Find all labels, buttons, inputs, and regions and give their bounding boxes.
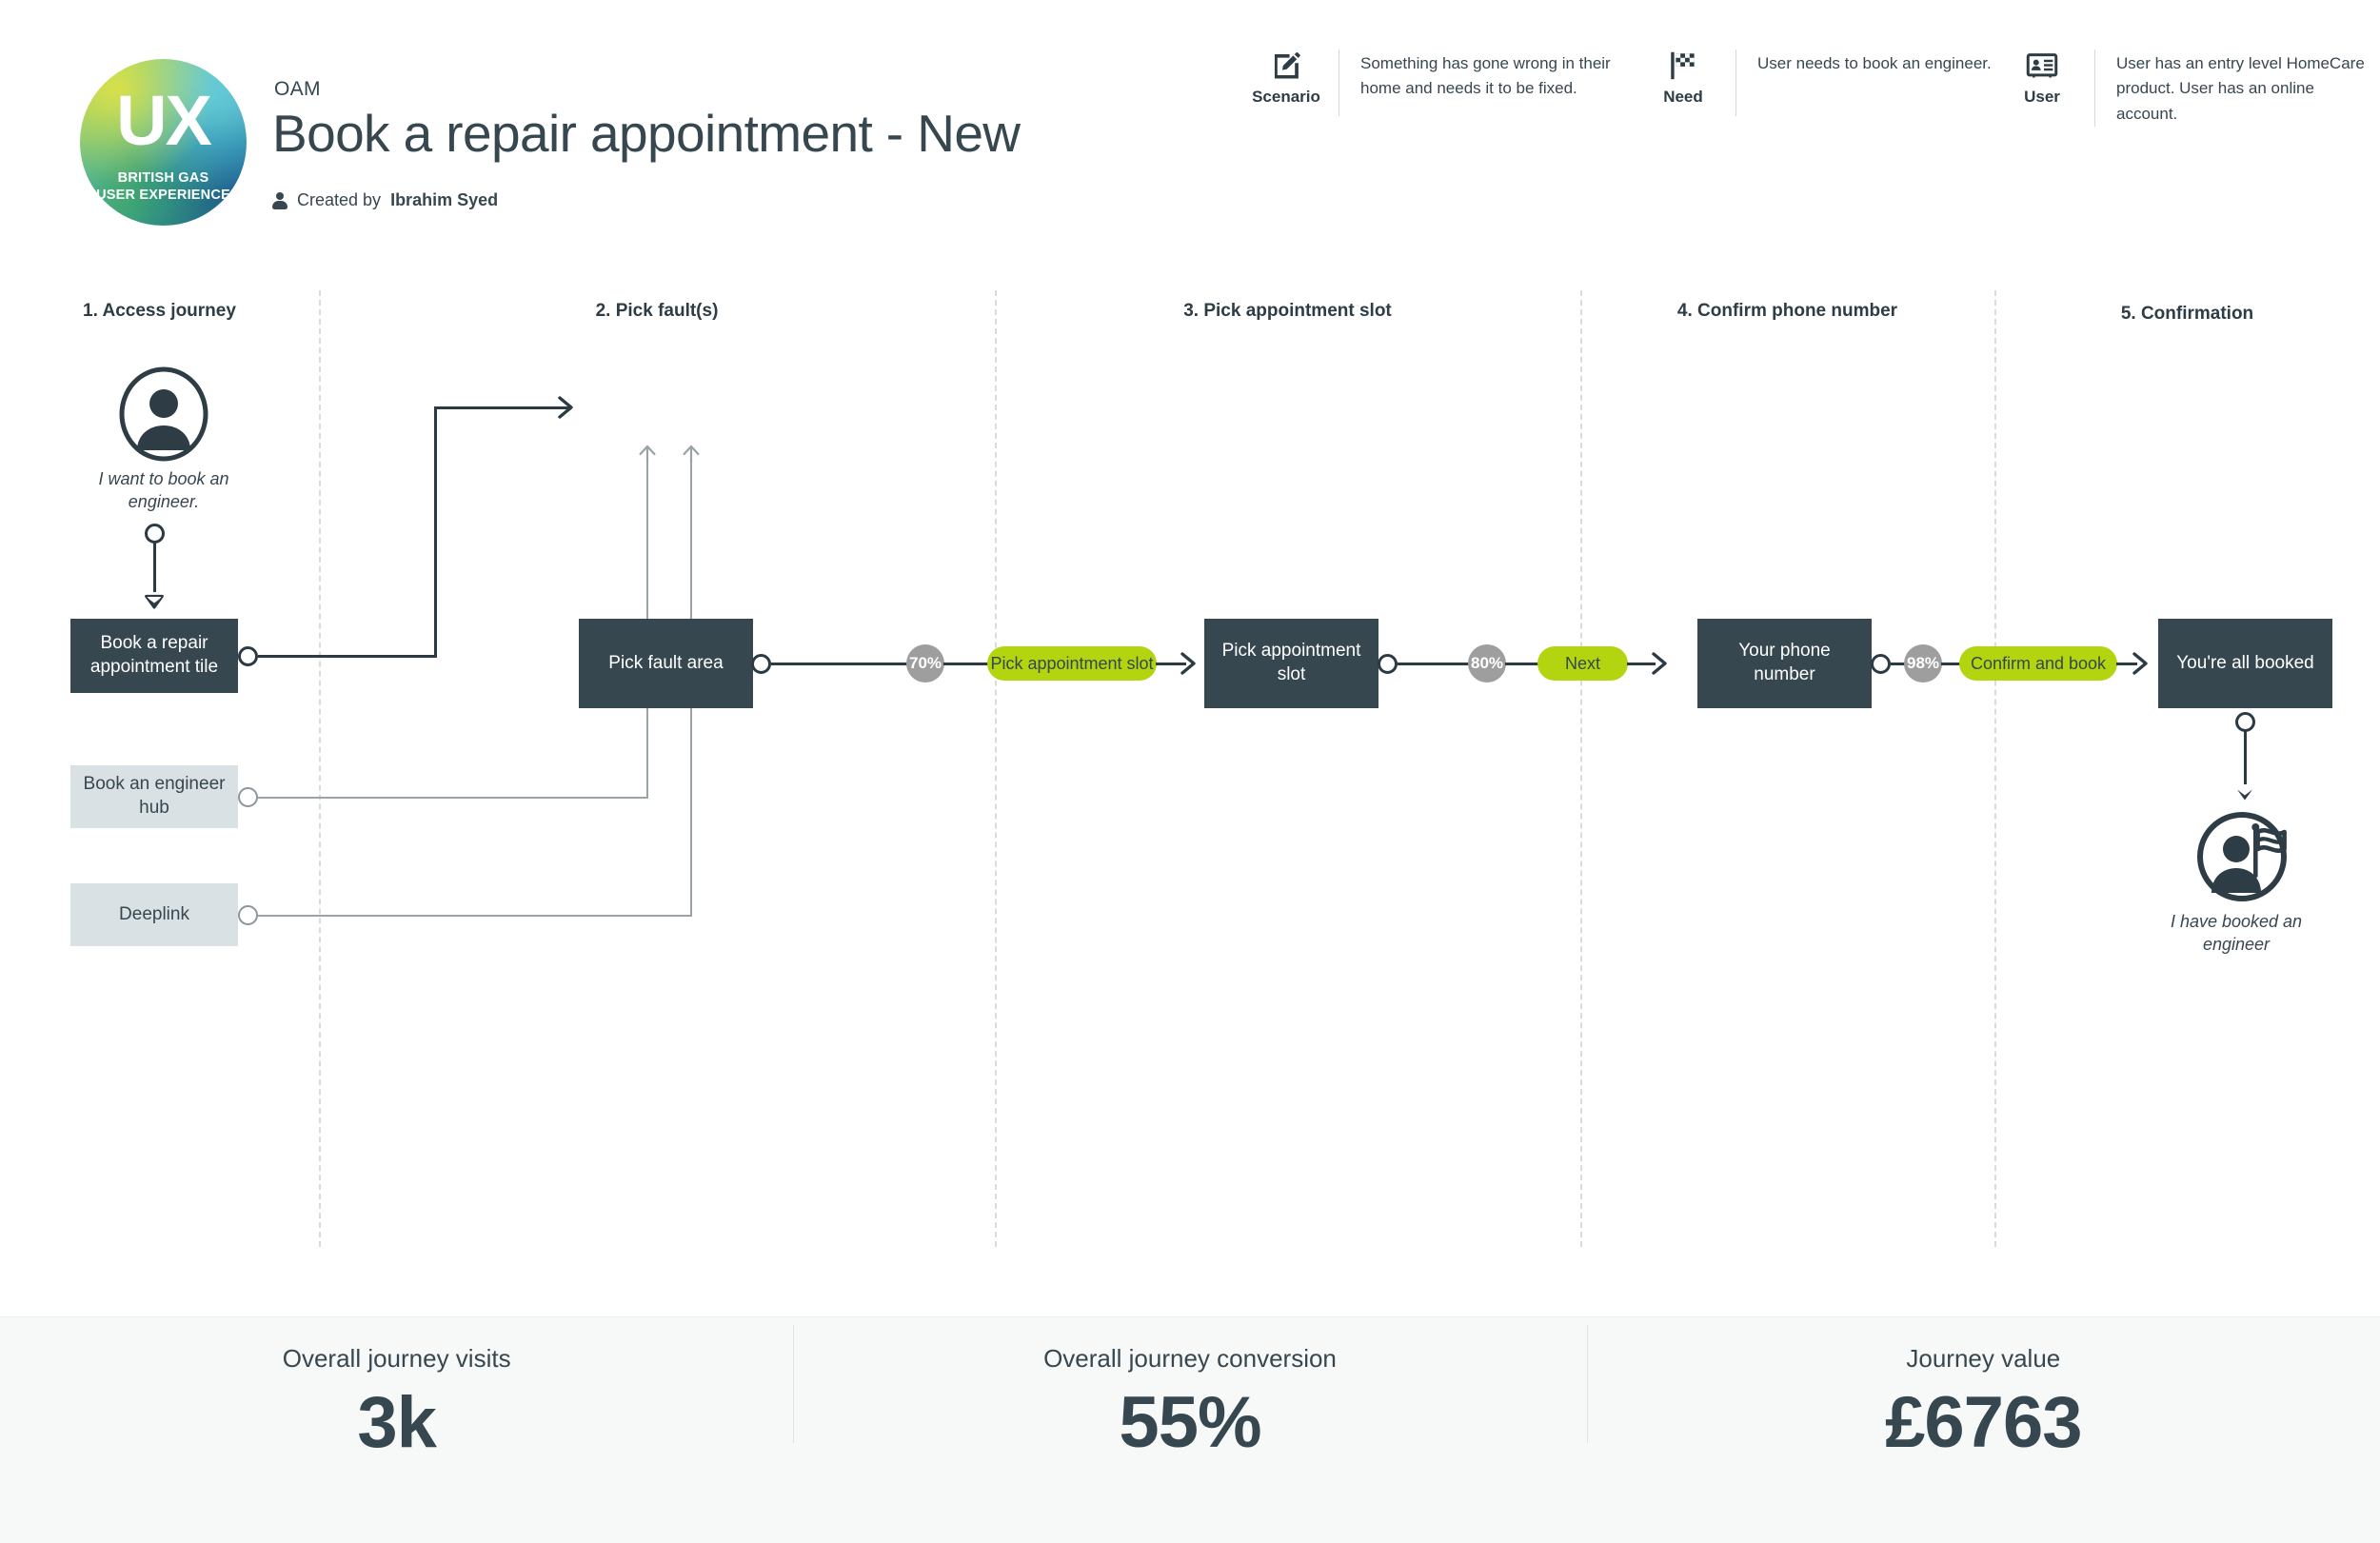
arrow-head-up-icon [639, 445, 656, 465]
screen-youre-all-booked[interactable]: You're all booked [2158, 619, 2332, 708]
meta-scenario-text: Something has gone wrong in their home a… [1360, 54, 1611, 98]
metric-journey-value: Journey value £6763 [1586, 1317, 2380, 1464]
arrow-head-right-icon [1180, 652, 1196, 675]
screen-pick-appointment-slot[interactable]: Pick appointment slot [1204, 619, 1378, 708]
meta-need-text: User needs to book an engineer. [1757, 54, 1992, 72]
metric-label: Overall journey visits [282, 1344, 511, 1373]
stage-divider-3 [1580, 290, 1582, 1247]
byline-prefix: Created by [297, 190, 382, 209]
conversion-badge-80: 80% [1468, 644, 1506, 682]
person-icon [272, 191, 288, 209]
connector-dot-end [2235, 712, 2255, 732]
pencil-edit-icon [1274, 51, 1300, 79]
byline-author: Ibrahim Syed [390, 190, 499, 209]
stage-divider-4 [1994, 290, 1996, 1247]
connector-line-start [153, 543, 156, 592]
connector-dot-start [145, 524, 165, 544]
flow-line-1b [943, 663, 988, 665]
page-title: Book a repair appointment - New [272, 104, 1021, 163]
stage-label-4: 4. Confirm phone number [1676, 301, 1898, 321]
stage-label-1: 1. Access journey [83, 301, 236, 321]
entry-point-deeplink[interactable]: Deeplink [70, 883, 238, 946]
meta-divider [1735, 49, 1736, 116]
byline: Created by Ibrahim Syed [272, 190, 498, 210]
screen-pick-fault-area[interactable]: Pick fault area [579, 619, 753, 708]
meta-need-label: Need [1663, 88, 1703, 106]
meta-need-icon-group: Need [1652, 49, 1715, 107]
connector-line-end [2244, 731, 2247, 784]
metric-journey-conversion: Overall journey conversion 55% [793, 1317, 1586, 1464]
connector-dot-phone [1871, 654, 1891, 674]
stage-label-3: 3. Pick appointment slot [1183, 301, 1392, 321]
metric-value: 55% [1119, 1382, 1261, 1463]
journey-canvas: 1. Access journey 2. Pick fault(s) 3. Pi… [0, 257, 2380, 1316]
arrow-head-up-icon [683, 445, 700, 465]
persona-start-caption: I want to book an engineer. [98, 469, 229, 512]
persona-end-caption: I have booked an engineer [2170, 912, 2303, 955]
route-hub-h [258, 797, 648, 799]
metrics-bar: Overall journey visits 3k Overall journe… [0, 1316, 2380, 1543]
action-next[interactable]: Next [1537, 646, 1628, 681]
meta-scenario-label: Scenario [1252, 88, 1320, 106]
connector-dot-pick-fault [751, 654, 771, 674]
stage-divider-2 [995, 290, 997, 1247]
page-header: UX BRITISH GAS USER EXPERIENCE OAM Book … [0, 0, 2380, 257]
flag-icon [1671, 51, 1695, 80]
screen-your-phone-number[interactable]: Your phone number [1697, 619, 1872, 708]
logo-subtitle-line2: USER EXPERIENCE [96, 188, 230, 204]
arrow-head-right-icon [1652, 652, 1667, 675]
flow-line-2a [1398, 663, 1474, 665]
metric-label: Journey value [1906, 1344, 2061, 1373]
stage-label-2: 2. Pick fault(s) [595, 301, 719, 321]
entry-point-tile[interactable]: Book a repair appointment tile [70, 619, 238, 693]
flow-line-2b [1505, 663, 1538, 665]
connector-dot-tile [238, 646, 258, 666]
meta-user-text: User has an entry level HomeCare product… [2116, 54, 2365, 123]
arrow-head-down-icon [2237, 789, 2252, 801]
id-card-icon [2026, 53, 2058, 78]
logo-subtitle-line1: BRITISH GAS [117, 170, 209, 186]
logo-subtitle: BRITISH GAS USER EXPERIENCE [80, 169, 247, 204]
meta-need: Need User needs to book an engineer. [1652, 49, 1995, 116]
route-deeplink-h [258, 915, 692, 917]
meta-user-label: User [2024, 88, 2060, 106]
route-tile-h2 [434, 406, 570, 409]
flow-line-3b [1941, 663, 1961, 665]
brand-logo: UX BRITISH GAS USER EXPERIENCE [80, 59, 247, 226]
connector-dot-pick-slot [1378, 654, 1398, 674]
logo-mark: UX [116, 81, 212, 160]
flow-line-1a [771, 663, 912, 665]
entry-point-hub[interactable]: Book an engineer hub [70, 765, 238, 828]
metric-journey-visits: Overall journey visits 3k [0, 1317, 793, 1464]
conversion-badge-70: 70% [906, 644, 944, 682]
persona-end: I have booked an engineer [2171, 809, 2302, 954]
route-tile-v [434, 406, 437, 658]
arrow-head-right-icon [558, 396, 573, 419]
persona-start: I want to book an engineer. [98, 366, 229, 511]
meta-scenario-icon-group: Scenario [1252, 49, 1320, 107]
action-confirm-and-book[interactable]: Confirm and book [1959, 646, 2117, 681]
meta-user-icon-group: User [2011, 49, 2073, 107]
metric-value: 3k [357, 1382, 437, 1463]
page-eyebrow: OAM [274, 78, 321, 100]
user-flag-circle-icon [2197, 812, 2287, 901]
arrow-head-right-icon [2132, 652, 2148, 675]
stage-label-5: 5. Confirmation [2120, 304, 2254, 324]
user-circle-icon [119, 366, 208, 462]
action-pick-appointment-slot[interactable]: Pick appointment slot [987, 646, 1157, 681]
conversion-badge-98: 98% [1904, 644, 1942, 682]
stage-divider-1 [319, 290, 321, 1247]
connector-dot-deeplink [238, 905, 258, 925]
meta-scenario: Scenario Something has gone wrong in the… [1252, 49, 1619, 116]
metric-value: £6763 [1885, 1382, 2082, 1463]
metric-label: Overall journey conversion [1043, 1344, 1337, 1373]
arrow-head-down-icon [145, 594, 164, 609]
route-tile-h1 [258, 655, 437, 658]
connector-dot-hub [238, 787, 258, 807]
meta-divider [2094, 49, 2095, 128]
meta-user: User User has an entry level HomeCare pr… [2011, 49, 2366, 128]
